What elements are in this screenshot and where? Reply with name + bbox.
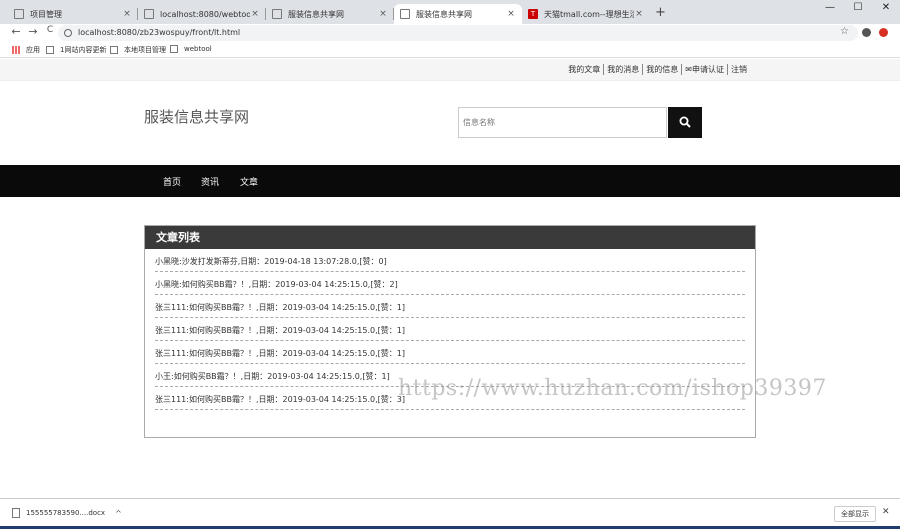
search-button[interactable] (668, 107, 702, 138)
page-icon (46, 46, 54, 54)
browser-tab-4-active[interactable]: 服装信息共享网 × (394, 4, 522, 24)
document-icon (12, 508, 20, 518)
tab-close-icon[interactable]: × (634, 9, 644, 19)
bookmark-label: 1网站内容更新 (60, 46, 107, 54)
bookmark-apps[interactable]: 应用 (12, 45, 40, 55)
browser-tab-5[interactable]: T 天猫tmall.com--理想生活上天猫 × (522, 4, 650, 24)
logout-link[interactable]: 注销 (728, 64, 750, 75)
new-tab-button[interactable]: + (655, 5, 666, 20)
chevron-up-icon[interactable]: ^ (115, 509, 122, 518)
reload-icon[interactable]: C (43, 25, 57, 35)
nav-news[interactable]: 资讯 (201, 175, 219, 188)
my-info-link[interactable]: 我的信息 (643, 64, 683, 75)
search-icon (679, 116, 691, 128)
bookmark-item[interactable]: webtool (170, 45, 212, 53)
address-bar-row: ← → C localhost:8080/zb23wospuy/front/lt… (0, 24, 900, 42)
bookmark-label: webtool (184, 45, 212, 53)
bookmark-item[interactable]: 1网站内容更新 (46, 45, 106, 55)
search-input[interactable] (458, 107, 667, 138)
back-icon[interactable]: ← (9, 25, 23, 38)
user-links: 我的文章 我的消息 我的信息 ✉申请认证 注销 (565, 64, 750, 75)
article-row[interactable]: 张三111:如何购买BB霜？！,日期：2019-03-04 14:25:15.0… (155, 341, 745, 364)
bookmarks-bar: 应用 1网站内容更新 本地项目管理 webtool (0, 42, 900, 58)
tmall-icon: T (528, 9, 538, 19)
tab-close-icon[interactable]: × (122, 9, 132, 19)
browser-tab-strip: 项目管理 × localhost:8080/webtool/all/inc × … (0, 0, 900, 24)
panel-title: 文章列表 (145, 226, 755, 249)
url-field[interactable]: localhost:8080/zb23wospuy/front/lt.html (58, 25, 858, 41)
tab-close-icon[interactable]: × (506, 9, 516, 19)
tab-title: 项目管理 (30, 9, 62, 19)
user-top-bar: 我的文章 我的消息 我的信息 ✉申请认证 注销 (0, 59, 900, 81)
page-icon (14, 9, 24, 19)
browser-tab-2[interactable]: localhost:8080/webtool/all/inc × (138, 4, 266, 24)
maximize-icon[interactable]: ☐ (844, 0, 872, 16)
tab-close-icon[interactable]: × (378, 9, 388, 19)
tab-close-icon[interactable]: × (250, 9, 260, 19)
page-icon (144, 9, 154, 19)
page-icon (400, 9, 410, 19)
bookmark-star-icon[interactable]: ☆ (840, 26, 849, 37)
site-title[interactable]: 服装信息共享网 (144, 106, 249, 127)
tab-title: 服装信息共享网 (416, 9, 472, 19)
my-articles-link[interactable]: 我的文章 (565, 64, 605, 75)
browser-tab-1[interactable]: 项目管理 × (8, 4, 138, 24)
show-all-button[interactable]: 全部显示 (834, 506, 876, 522)
download-item[interactable]: 155555783590....docx ^ (12, 508, 122, 518)
download-filename: 155555783590....docx (26, 509, 106, 517)
minimize-icon[interactable]: — (816, 0, 844, 16)
page-icon (110, 46, 118, 54)
download-bar: 155555783590....docx ^ 全部显示 ✕ (0, 498, 900, 529)
bookmark-label: 应用 (26, 46, 40, 54)
browser-tab-3[interactable]: 服装信息共享网 × (266, 4, 394, 24)
bookmark-item[interactable]: 本地项目管理 (110, 45, 166, 55)
article-row[interactable]: 张三111:如何购买BB霜？！,日期：2019-03-04 14:25:15.0… (155, 295, 745, 318)
article-row[interactable]: 张三111:如何购买BB霜？！,日期：2019-03-04 14:25:15.0… (155, 318, 745, 341)
download-bar-close-icon[interactable]: ✕ (882, 507, 890, 517)
tab-title: 服装信息共享网 (288, 9, 344, 19)
apps-icon (12, 46, 20, 54)
account-icon[interactable] (862, 28, 871, 37)
page-icon (272, 9, 282, 19)
info-icon[interactable] (64, 29, 72, 37)
url-text: localhost:8080/zb23wospuy/front/lt.html (78, 28, 241, 37)
forward-icon[interactable]: → (26, 25, 40, 38)
article-list-panel: 文章列表 小黑晓:沙发打发斯蒂芬,日期：2019-04-18 13:07:28.… (144, 225, 756, 438)
window-close-icon[interactable]: ✕ (872, 0, 900, 16)
my-messages-link[interactable]: 我的消息 (604, 64, 644, 75)
nav-articles[interactable]: 文章 (240, 175, 258, 188)
watermark-text: https://www.huzhan.com/ishop39397 (398, 376, 827, 401)
article-row[interactable]: 小黑晓:沙发打发斯蒂芬,日期：2019-04-18 13:07:28.0,[赞：… (155, 249, 745, 272)
main-nav: 首页 资讯 文章 (0, 165, 900, 197)
article-row[interactable]: 小黑晓:如何购买BB霜？！,日期：2019-03-04 14:25:15.0,[… (155, 272, 745, 295)
apply-certification-link[interactable]: ✉申请认证 (682, 64, 728, 75)
extension-icon[interactable] (879, 28, 888, 37)
tab-title: localhost:8080/webtool/all/inc (160, 9, 250, 19)
nav-home[interactable]: 首页 (163, 175, 181, 188)
bookmark-label: 本地项目管理 (124, 46, 166, 54)
page-icon (170, 45, 178, 53)
tab-title: 天猫tmall.com--理想生活上天猫 (544, 9, 634, 19)
